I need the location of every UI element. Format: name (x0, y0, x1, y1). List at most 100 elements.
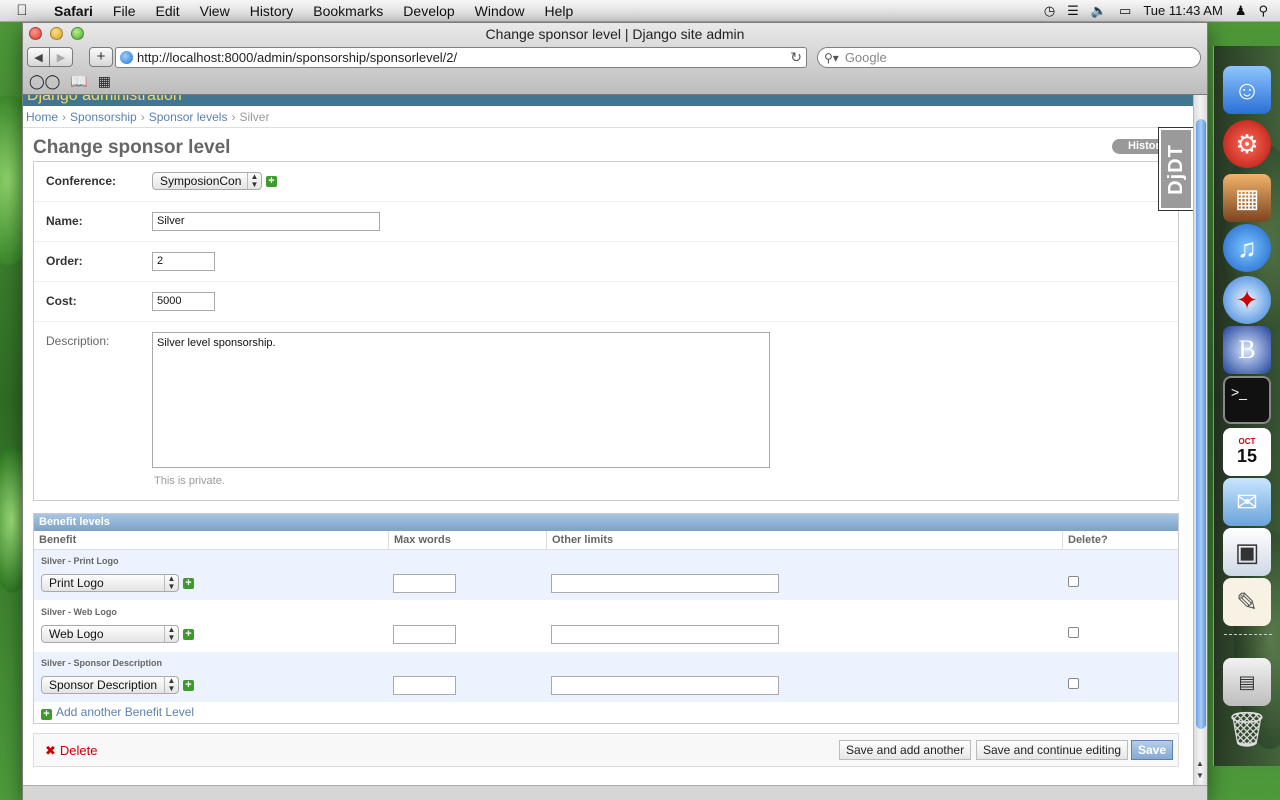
benefit-value: Print Logo (49, 576, 104, 590)
trash-icon[interactable]: 🗑 (1223, 706, 1271, 754)
delete-checkbox[interactable] (1068, 627, 1079, 638)
max-words-input[interactable] (393, 676, 456, 695)
add-benefit-icon[interactable]: + (183, 578, 194, 589)
max-words-input[interactable] (393, 574, 456, 593)
safari-icon[interactable]: ✦ (1223, 276, 1271, 324)
menu-app-name[interactable]: Safari (44, 3, 103, 19)
terminal-icon[interactable]: >_ (1223, 376, 1271, 424)
other-limits-input[interactable] (551, 676, 779, 695)
order-label: Order: (46, 254, 83, 268)
address-bar[interactable]: http://localhost:8000/admin/sponsorship/… (115, 47, 807, 68)
benefit-value: Sponsor Description (49, 678, 158, 692)
delete-link[interactable]: ✖ Delete (45, 743, 97, 759)
add-benefit-icon[interactable]: + (183, 629, 194, 640)
menu-history[interactable]: History (240, 3, 304, 19)
col-delete: Delete? (1068, 534, 1108, 546)
menu-help[interactable]: Help (534, 3, 583, 19)
add-icon: + (41, 709, 52, 720)
apple-icon[interactable]:  (0, 2, 44, 19)
menu-bar:  Safari File Edit View History Bookmark… (0, 0, 1280, 22)
menu-file[interactable]: File (103, 3, 146, 19)
max-words-input[interactable] (393, 625, 456, 644)
vertical-scrollbar[interactable]: ▲ ▼ (1193, 95, 1207, 785)
search-field[interactable]: ⚲▾ Google (817, 47, 1201, 68)
conference-row: Conference: SymposionCon ▲ ▼ + (34, 162, 1178, 202)
add-conference-icon[interactable]: + (266, 176, 277, 187)
spotlight-icon[interactable]: ⚲ (1258, 3, 1268, 19)
calendar-day: 15 (1236, 446, 1258, 466)
reload-icon[interactable]: ↻ (790, 49, 802, 66)
other-limits-input[interactable] (551, 625, 779, 644)
preview-icon[interactable]: ▣ (1223, 528, 1271, 576)
menu-view[interactable]: View (190, 3, 240, 19)
time-machine-icon[interactable]: ◷ (1044, 3, 1055, 19)
add-bookmark-button[interactable]: + (89, 47, 113, 67)
calendar-month: OCT (1238, 437, 1256, 446)
name-input[interactable]: Silver (152, 212, 380, 231)
cost-input[interactable]: 5000 (152, 292, 215, 311)
url-text[interactable]: http://localhost:8000/admin/sponsorship/… (137, 50, 457, 65)
ical-icon[interactable]: OCT 15 (1223, 428, 1271, 476)
site-brand[interactable]: Django administration (27, 95, 182, 105)
iphoto-icon[interactable]: ▦ (1223, 174, 1271, 222)
description-help: This is private. (154, 475, 225, 487)
user-icon[interactable]: ♟ (1235, 3, 1247, 19)
forward-button[interactable]: ▶ (50, 47, 73, 67)
breadcrumb-sponsor-levels[interactable]: Sponsor levels (149, 110, 228, 124)
conference-select[interactable]: SymposionCon ▲ ▼ (152, 172, 262, 190)
add-benefit-icon[interactable]: + (183, 680, 194, 691)
dock-separator (1224, 634, 1272, 644)
benefit-select[interactable]: Sponsor Description ▲ ▼ (41, 676, 179, 694)
breadcrumb-home[interactable]: Home (26, 110, 58, 124)
inline-row: Silver - Print Logo Print Logo ▲ ▼ + (34, 550, 1178, 601)
breadcrumb-sponsorship[interactable]: Sponsorship (70, 110, 137, 124)
top-sites-grid-icon[interactable]: ▦ (98, 73, 111, 90)
reading-list-icon[interactable]: ◯◯ (29, 73, 60, 90)
debug-toolbar-handle[interactable]: DjDT (1158, 127, 1193, 211)
ddt-label: DjDT (1164, 143, 1187, 195)
battery-icon[interactable]: ▭ (1119, 3, 1131, 19)
save-button[interactable]: Save (1131, 740, 1174, 760)
save-and-continue-button[interactable]: Save and continue editing (976, 740, 1129, 760)
menu-edit[interactable]: Edit (145, 3, 189, 19)
title-bar: Change sponsor level | Django site admin… (23, 23, 1207, 95)
volume-icon[interactable]: 🔈 (1091, 3, 1107, 19)
save-and-add-another-button[interactable]: Save and add another (839, 740, 972, 760)
scroll-up-icon[interactable]: ▲ (1196, 759, 1204, 768)
textedit-icon[interactable]: ✎ (1223, 578, 1271, 626)
cost-row: Cost: 5000 (34, 282, 1178, 322)
menu-window[interactable]: Window (465, 3, 535, 19)
flash-icon[interactable]: ⚙ (1223, 120, 1271, 168)
description-textarea[interactable]: Silver level sponsorship. (152, 332, 770, 468)
wifi-icon[interactable]: ☰ (1067, 3, 1079, 19)
forward-arrow-icon: ▶ (56, 51, 66, 64)
change-form-fieldset: Conference: SymposionCon ▲ ▼ + Name: Silv… (33, 161, 1179, 501)
benefit-select[interactable]: Print Logo ▲ ▼ (41, 574, 179, 592)
benefit-select[interactable]: Web Logo ▲ ▼ (41, 625, 179, 643)
search-icon: ⚲▾ (824, 50, 839, 65)
finder-icon[interactable]: ☺ (1223, 66, 1271, 114)
itunes-icon[interactable]: ♫ (1223, 224, 1271, 272)
bookmarks-book-icon[interactable]: 📖 (70, 73, 87, 90)
description-row: Description: Silver level sponsorship. T… (34, 322, 1178, 500)
menu-develop[interactable]: Develop (393, 3, 464, 19)
add-another-benefit-link[interactable]: + Add another Benefit Level (41, 705, 194, 720)
order-input[interactable]: 2 (152, 252, 215, 271)
documents-stack-icon[interactable]: ▤ (1223, 658, 1271, 706)
clock[interactable]: Tue 11:43 AM (1143, 3, 1223, 18)
other-limits-input[interactable] (551, 574, 779, 593)
delete-checkbox[interactable] (1068, 678, 1079, 689)
select-arrows-icon: ▲ ▼ (164, 626, 178, 642)
mail-icon[interactable]: ✉ (1223, 478, 1271, 526)
delete-checkbox[interactable] (1068, 576, 1079, 587)
back-button[interactable]: ◀ (27, 47, 50, 67)
menu-bookmarks[interactable]: Bookmarks (303, 3, 393, 19)
scroll-down-icon[interactable]: ▼ (1196, 771, 1204, 780)
bbedit-icon[interactable]: B (1223, 326, 1271, 374)
select-arrows-icon: ▲ ▼ (164, 575, 178, 591)
conference-label: Conference: (46, 174, 117, 188)
description-label: Description: (46, 334, 110, 348)
inline-title: Benefit levels (34, 514, 1178, 531)
scrollbar-thumb[interactable] (1196, 119, 1206, 729)
horizontal-scrollbar[interactable] (23, 785, 1207, 800)
